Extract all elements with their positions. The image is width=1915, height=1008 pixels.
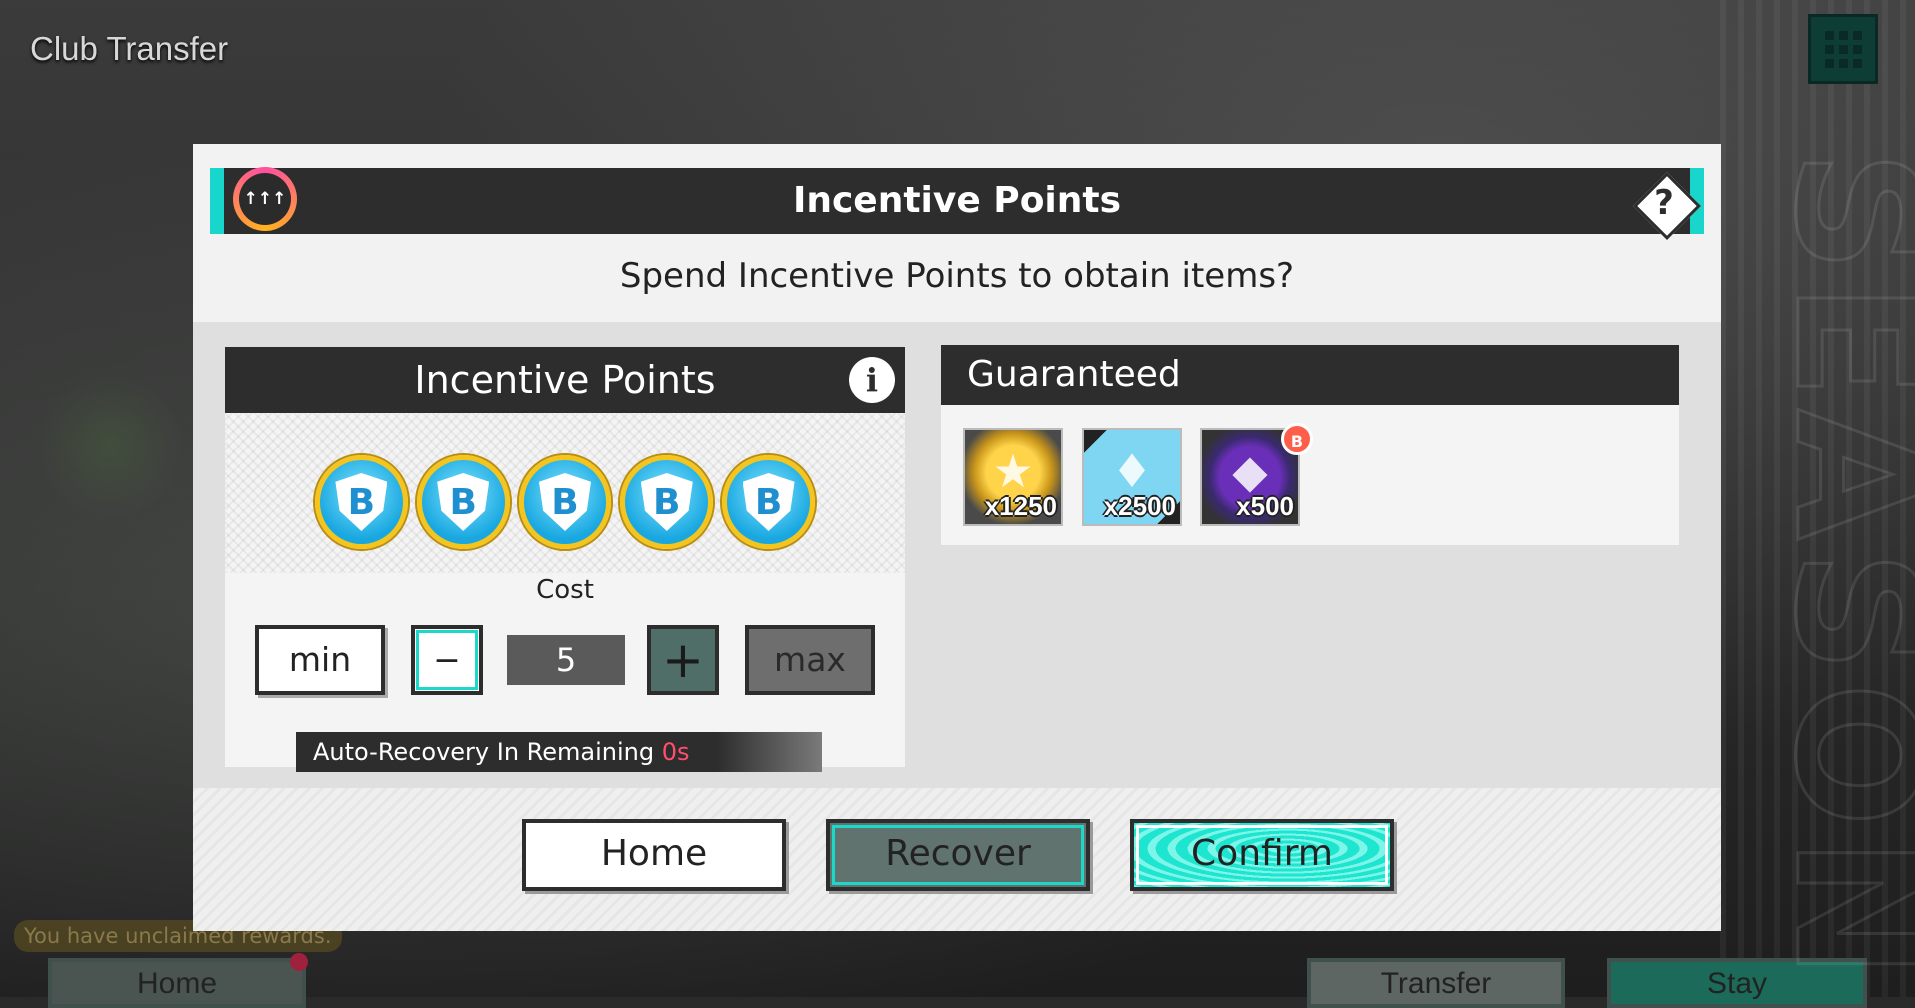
incentive-panel-title: Incentive Points [225, 347, 905, 413]
confirm-button[interactable]: Confirm [1130, 819, 1394, 891]
incentive-coin-icon: B [315, 455, 408, 549]
guaranteed-panel: Guaranteed ★ x1250 ♦ x2500 ◆ x500 B [941, 345, 1679, 545]
recovery-time: 0s [661, 738, 690, 766]
shield-badge-icon: ◆ [1232, 444, 1268, 498]
dialog-title: Incentive Points [792, 180, 1122, 221]
reward-item-gold-coin[interactable]: ★ x1250 [963, 428, 1063, 526]
dialog-question: Spend Incentive Points to obtain items? [619, 256, 1295, 296]
reward-count: x2500 [1103, 491, 1176, 521]
incentive-coin-icon: B [518, 455, 612, 549]
dialog-header: Incentive Points [210, 168, 1704, 234]
reward-count: x1250 [984, 491, 1057, 521]
background-home-button: Home [48, 958, 306, 1008]
incentive-points-panel: Incentive Points i B B B B B Cost min − … [225, 347, 905, 772]
grid-icon [1824, 30, 1862, 68]
incentive-coins: B B B B B [315, 455, 815, 551]
background-plant [35, 370, 185, 520]
help-button[interactable]: ? [1631, 170, 1701, 240]
incentive-points-dialog: Incentive Points ↑↑↑ ? Spend Incentive P… [193, 144, 1721, 931]
reward-count: x500 [1236, 491, 1294, 521]
reward-item-skill-card[interactable]: ♦ x2500 [1082, 428, 1182, 526]
guaranteed-title: Guaranteed [941, 345, 1679, 405]
page-title: Club Transfer [30, 30, 229, 67]
incentive-coin-icon: B [722, 455, 815, 549]
min-button[interactable]: min [255, 625, 385, 695]
decrease-button[interactable]: − [411, 625, 483, 695]
b-tag-icon: B [1281, 423, 1313, 455]
recovery-label: Auto-Recovery In Remaining [313, 738, 655, 766]
background-transfer-button: Transfer [1307, 958, 1565, 1008]
grid-menu-button[interactable] [1808, 14, 1878, 84]
increase-button[interactable]: + [647, 625, 719, 695]
notification-dot [290, 953, 308, 971]
dialog-footer: Home Recover Confirm [193, 788, 1721, 931]
season-watermark: SEASON [1756, 148, 1915, 990]
cost-label: Cost [536, 575, 594, 605]
incentive-icon: ↑↑↑ [233, 167, 297, 231]
incentive-coin-icon: B [416, 455, 510, 549]
skill-card-icon: ♦ [1111, 444, 1153, 498]
recover-button[interactable]: Recover [826, 819, 1090, 891]
gold-coin-player-icon: ★ [992, 444, 1034, 498]
cost-value: 5 [507, 635, 625, 685]
dialog-body: Incentive Points i B B B B B Cost min − … [193, 322, 1721, 788]
home-button[interactable]: Home [522, 819, 786, 891]
auto-recovery-bar: Auto-Recovery In Remaining 0s [296, 732, 822, 772]
question-mark-icon: ? [1654, 183, 1674, 223]
info-icon[interactable]: i [849, 357, 895, 403]
incentive-coin-icon: B [620, 455, 714, 549]
max-button[interactable]: max [745, 625, 875, 695]
